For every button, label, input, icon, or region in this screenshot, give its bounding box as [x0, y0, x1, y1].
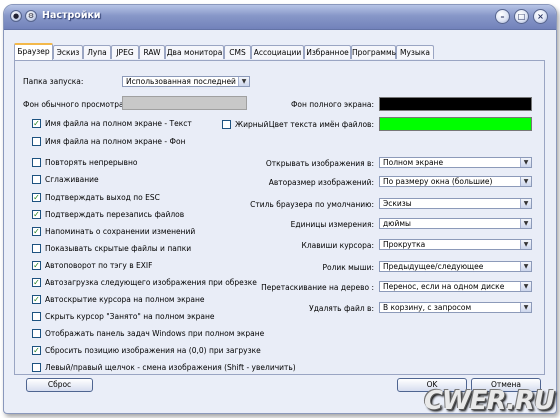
dropdown-value: По размеру окна (большие) — [383, 177, 493, 186]
checkbox-label: Сбросить позицию изображения на (0,0) пр… — [45, 346, 261, 355]
drag-tree-dropdown[interactable]: Перенос, если на одном диске ▼ — [379, 281, 532, 292]
checkbox[interactable] — [32, 158, 41, 167]
checkbox[interactable]: ✓ — [32, 295, 41, 304]
browser-settings-panel: Папка запуска: Использованная последней … — [14, 60, 545, 375]
tab-cms[interactable]: CMS — [224, 45, 251, 59]
filename-color-swatch[interactable] — [379, 117, 532, 131]
cursor-keys-label: Клавиши курсора: — [301, 241, 374, 250]
checkbox-label: Сглаживание — [45, 175, 99, 184]
checkbox[interactable] — [32, 312, 41, 321]
tab-thumbnail[interactable]: Эскиз — [53, 45, 83, 59]
units-dropdown[interactable]: дюймы ▼ — [379, 218, 532, 229]
checkbox[interactable] — [32, 329, 41, 338]
tab-magnifier[interactable]: Лупа — [83, 45, 111, 59]
tab-programs[interactable]: Программы — [351, 45, 398, 59]
settings-window: ● ⚙ Настройки – □ × Браузер Эскиз Лупа J… — [3, 4, 557, 414]
checkbox-label: Подтверждать перезапись файлов — [45, 210, 185, 219]
checkbox-label: Отображать панель задач Windows при полн… — [45, 329, 265, 338]
bg-normal-color-swatch[interactable] — [122, 96, 247, 110]
filename-color-label: Цвет текста имён файлов: — [268, 120, 374, 129]
minimize-button[interactable]: – — [495, 9, 510, 24]
chevron-down-icon: ▼ — [520, 303, 531, 312]
start-folder-value: Использованная последней — [126, 77, 236, 86]
chevron-down-icon: ▼ — [520, 199, 531, 208]
units-label: Единицы измерения: — [290, 220, 374, 229]
checkbox-label: Напоминать о сохранении изменений — [45, 227, 196, 236]
bold-label: Жирный — [235, 120, 269, 129]
dropdown-value: В корзину, с запросом — [383, 303, 472, 312]
tab-two-monitors[interactable]: Два монитора — [165, 45, 224, 59]
checkbox-label: Подтверждать выход по ESC — [45, 193, 160, 202]
checkbox[interactable]: ✓ — [32, 346, 41, 355]
chevron-down-icon: ▼ — [520, 177, 531, 186]
browser-style-label: Стиль браузера по умолчанию: — [250, 200, 374, 209]
chevron-down-icon: ▼ — [520, 240, 531, 249]
chevron-down-icon: ▼ — [520, 262, 531, 271]
bold-checkbox[interactable] — [222, 120, 231, 129]
checkbox-label: Повторять непрерывно — [45, 158, 138, 167]
tab-raw[interactable]: RAW — [139, 45, 165, 59]
open-images-label: Открывать изображения в: — [265, 159, 374, 168]
tab-jpeg[interactable]: JPEG — [111, 45, 139, 59]
title-bar: ● ⚙ Настройки – □ × — [4, 5, 556, 30]
checkbox[interactable]: ✓ — [32, 278, 41, 287]
window-title: Настройки — [42, 10, 101, 21]
chevron-down-icon: ▼ — [238, 77, 249, 86]
checkbox[interactable] — [32, 363, 41, 372]
checkbox-label: Автоскрытие курсора на полном экране — [45, 295, 205, 304]
checkbox[interactable]: ✓ — [32, 119, 41, 128]
dropdown-value: Перенос, если на одном диске — [383, 282, 505, 291]
start-folder-dropdown[interactable]: Использованная последней ▼ — [122, 76, 250, 87]
tab-music[interactable]: Музыка — [396, 45, 434, 59]
chevron-down-icon: ▼ — [520, 219, 531, 228]
checkbox-label: Автозагрузка следующего изображения при … — [45, 278, 257, 287]
mouse-wheel-dropdown[interactable]: Предыдущее/следующее ▼ — [379, 261, 532, 272]
watermark-logo: CWER.RU — [423, 386, 555, 416]
dropdown-value: Предыдущее/следующее — [383, 262, 484, 271]
checkbox[interactable]: ✓ — [32, 210, 41, 219]
dropdown-value: дюймы — [383, 219, 411, 228]
checkbox[interactable] — [32, 244, 41, 253]
dropdown-value: Прокрутка — [383, 240, 426, 249]
checkbox[interactable] — [32, 175, 41, 184]
close-button[interactable]: × — [533, 9, 548, 24]
tab-browser[interactable]: Браузер — [14, 43, 53, 60]
checkbox-label: Имя файла на полном экране - Фон — [45, 137, 186, 146]
drag-tree-label: Перетаскивание на дерево : — [261, 283, 374, 292]
autosize-label: Авторазмер изображений: — [268, 178, 374, 187]
reset-button[interactable]: Сброс — [26, 378, 93, 392]
bg-full-color-swatch[interactable] — [379, 97, 532, 111]
checkbox[interactable] — [32, 137, 41, 146]
checkbox-label: Левый/правый щелчок - смена изображения … — [45, 363, 296, 372]
cursor-keys-dropdown[interactable]: Прокрутка ▼ — [379, 239, 532, 250]
app-icon[interactable]: ● — [10, 10, 22, 22]
bg-full-label: Фон полного экрана: — [290, 100, 374, 109]
delete-file-label: Удалять файл в: — [309, 304, 374, 313]
mouse-wheel-label: Ролик мыши: — [322, 263, 374, 272]
tab-favorites[interactable]: Избранное — [304, 45, 351, 59]
checkbox[interactable]: ✓ — [32, 227, 41, 236]
chevron-down-icon: ▼ — [520, 282, 531, 291]
chevron-down-icon: ▼ — [520, 158, 531, 167]
browser-style-dropdown[interactable]: Эскизы ▼ — [379, 198, 532, 209]
autosize-dropdown[interactable]: По размеру окна (большие) ▼ — [379, 176, 532, 187]
maximize-button[interactable]: □ — [514, 9, 529, 24]
pin-icon[interactable]: ⚙ — [25, 10, 37, 22]
open-images-dropdown[interactable]: Полном экране ▼ — [379, 157, 532, 168]
delete-file-dropdown[interactable]: В корзину, с запросом ▼ — [379, 302, 532, 313]
checkbox-label: Скрыть курсор "Занято" на полном экране — [45, 312, 215, 321]
start-folder-label: Папка запуска: — [23, 77, 84, 86]
checkbox-label: Показывать скрытые файлы и папки — [45, 244, 192, 253]
dropdown-value: Полном экране — [383, 158, 444, 167]
checkbox-label: Автоповорот по тэгу в EXIF — [45, 261, 153, 270]
checkbox-label: Имя файла на полном экране - Текст — [45, 119, 192, 128]
checkbox[interactable]: ✓ — [32, 193, 41, 202]
checkbox[interactable]: ✓ — [32, 261, 41, 270]
bg-normal-label: Фон обычного просмотра: — [23, 100, 127, 109]
tab-associations[interactable]: Ассоциации — [251, 45, 304, 59]
dropdown-value: Эскизы — [383, 199, 412, 208]
